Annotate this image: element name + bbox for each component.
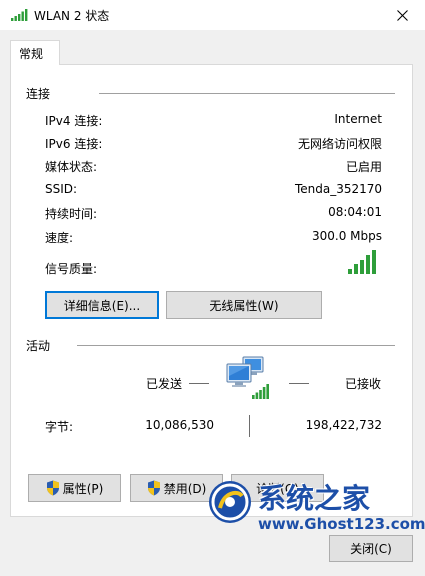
details-button-label: 详细信息(E)... [63,298,141,313]
close-button-label: 关闭(C) [350,542,392,556]
bytes-sent-value: 10,086,530 [145,418,214,432]
speed-value: 300.0 Mbps [311,229,382,243]
media-state-label: 媒体状态: [45,160,98,174]
network-computers-icon [226,356,269,399]
wireless-properties-button[interactable]: 无线属性(W) [166,291,322,319]
signal-strength-bars [348,250,376,274]
title-bar: WLAN 2 状态 [0,0,425,30]
received-label: 已接收 [345,377,382,391]
uac-shield-icon [46,480,59,496]
ssid-value: Tenda_352170 [294,182,382,196]
ssid-label: SSID: [45,182,78,196]
ipv4-label: IPv4 连接: [45,114,103,128]
connection-divider [99,93,395,94]
signal-bar [348,269,352,274]
speed-label: 速度: [45,231,74,245]
activity-divider [77,345,395,346]
signal-bar [372,250,376,274]
general-panel: 连接 IPv4 连接: Internet IPv6 连接: 无网络访问权限 媒体… [10,64,413,517]
duration-value: 08:04:01 [328,205,382,219]
disable-button-label: 禁用(D) [163,481,207,496]
properties-button-label: 属性(P) [62,481,104,496]
tab-general[interactable]: 常规 [10,40,60,65]
wireless-properties-button-label: 无线属性(W) [209,298,279,313]
signal-bar [360,260,364,274]
sent-dash [189,383,209,384]
window-title: WLAN 2 状态 [34,9,110,23]
details-button[interactable]: 详细信息(E)... [45,291,159,319]
properties-button[interactable]: 属性(P) [28,474,121,502]
signal-quality-label: 信号质量: [45,262,98,276]
activity-section-title: 活动 [26,339,51,353]
watermark-logo-icon [209,481,251,523]
connection-section-title: 连接 [26,87,51,101]
uac-shield-icon [147,480,160,496]
bytes-separator [249,415,250,437]
ipv6-value: 无网络访问权限 [297,137,382,151]
bytes-label: 字节: [45,420,74,434]
close-window-button[interactable] [379,0,425,30]
watermark-brand: 系统之家 [258,482,371,515]
close-button[interactable]: 关闭(C) [329,535,413,562]
tab-general-label: 常规 [19,47,44,61]
bytes-received-value: 198,422,732 [305,418,382,432]
wifi-signal-icon [11,9,28,21]
ipv6-label: IPv6 连接: [45,137,103,151]
duration-label: 持续时间: [45,207,98,221]
ipv4-value: Internet [334,112,382,126]
received-dash [289,383,309,384]
media-state-value: 已启用 [345,160,382,174]
sent-label: 已发送 [146,377,183,391]
signal-bar [354,264,358,274]
signal-bar [366,255,370,274]
close-icon [396,9,408,21]
watermark-url: www.Ghost123.com [258,515,425,533]
status-dialog: WLAN 2 状态 常规 连接 IPv4 连接: Internet IPv6 连… [0,0,425,576]
